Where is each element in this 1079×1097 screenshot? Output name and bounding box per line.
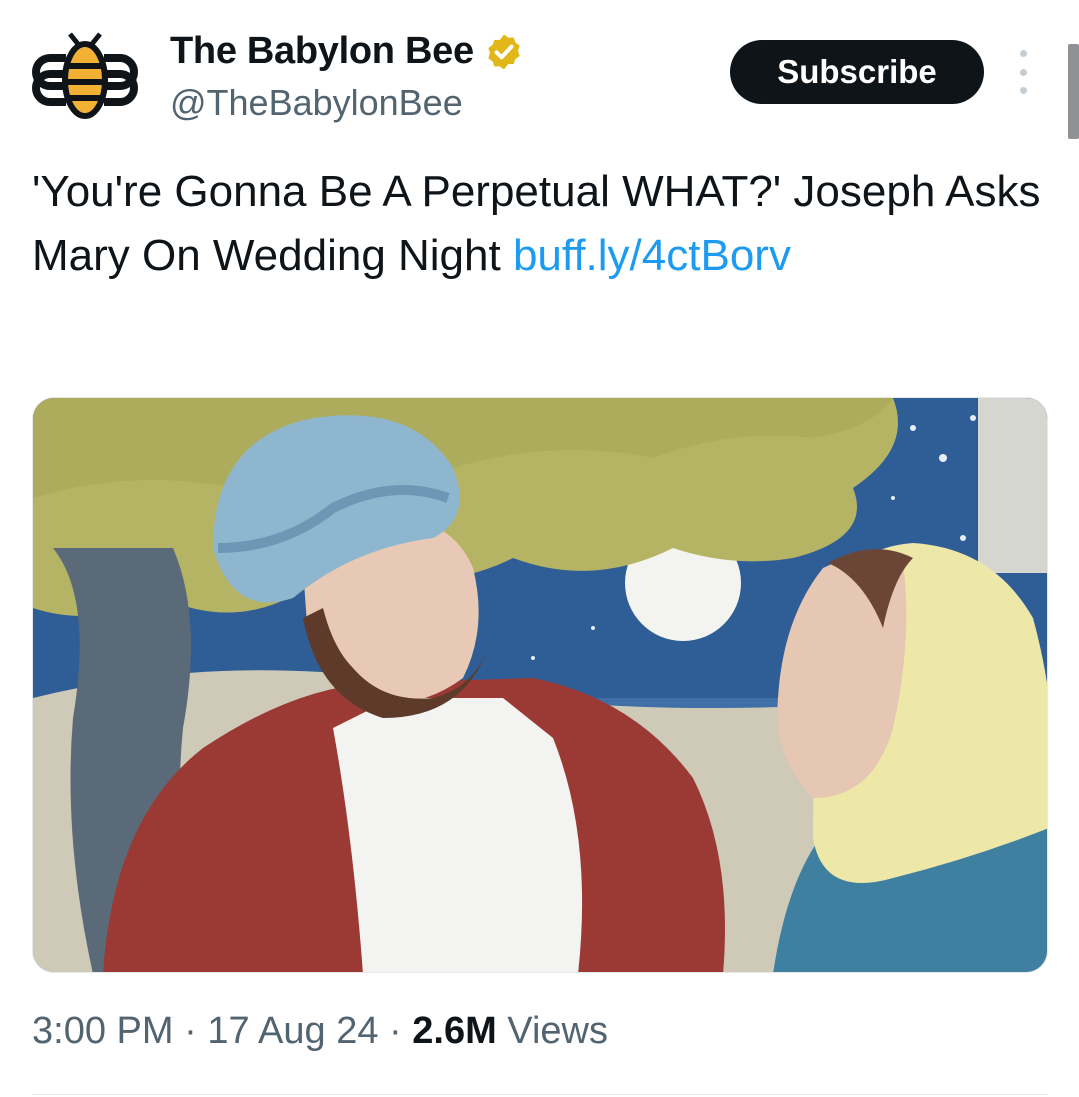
tweet-media-image[interactable] — [32, 397, 1048, 973]
views-count[interactable]: 2.6M — [412, 1010, 496, 1052]
tweet-text: 'You're Gonna Be A Perpetual WHAT?' Jose… — [32, 160, 1052, 288]
tweet-meta: 3:00 PM · 17 Aug 24 · 2.6M Views — [32, 1010, 608, 1053]
divider — [32, 1094, 1048, 1095]
tweet-time[interactable]: 3:00 PM — [32, 1010, 174, 1052]
separator-dot: · — [173, 1010, 208, 1052]
views-label[interactable]: Views — [497, 1010, 608, 1052]
subscribe-button[interactable]: Subscribe — [730, 40, 984, 104]
display-name[interactable]: The Babylon Bee — [170, 30, 474, 73]
illustration — [33, 398, 1047, 972]
tweet-date[interactable]: 17 Aug 24 — [207, 1010, 378, 1052]
scrollbar[interactable] — [1068, 44, 1079, 139]
bee-logo-icon — [32, 32, 138, 119]
separator-dot: · — [378, 1010, 413, 1052]
tweet-link[interactable]: buff.ly/4ctBorv — [513, 231, 791, 280]
handle[interactable]: @TheBabylonBee — [170, 82, 463, 124]
verified-badge-icon[interactable] — [484, 32, 524, 72]
avatar[interactable] — [30, 30, 140, 130]
more-options-icon[interactable] — [1008, 50, 1038, 94]
